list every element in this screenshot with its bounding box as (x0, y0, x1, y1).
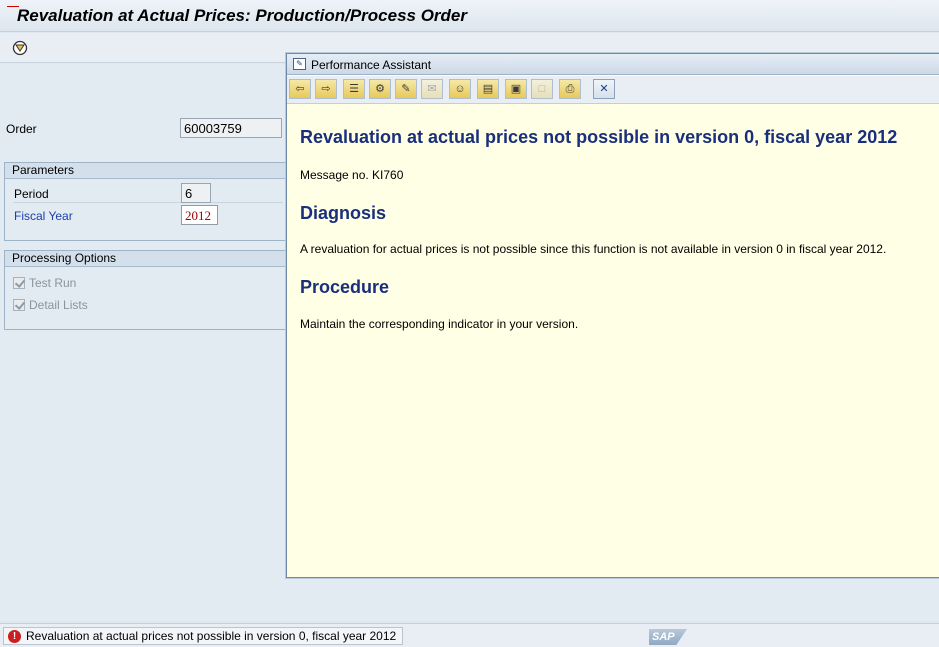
status-bar: ! Revaluation at actual prices not possi… (0, 623, 939, 647)
processing-options-group: Processing Options Test Run Detail Lists (4, 250, 294, 330)
processing-options-header: Processing Options (5, 251, 293, 267)
detail-lists-checkbox[interactable] (13, 299, 25, 311)
procedure-text: Maintain the corresponding indicator in … (300, 317, 579, 331)
parameters-group: Parameters Period 6 Fiscal Year 2012 (4, 162, 294, 241)
period-label: Period (14, 187, 49, 201)
order-field[interactable]: 60003759 (180, 118, 282, 138)
assistant-title-bar[interactable]: ✎ Performance Assistant (287, 54, 939, 75)
window-title-bar: Revaluation at Actual Prices: Production… (0, 0, 939, 32)
parameters-header: Parameters (5, 163, 293, 179)
document-view-icon[interactable]: ▤ (477, 79, 499, 99)
status-message[interactable]: ! Revaluation at actual prices not possi… (3, 627, 404, 645)
message-heading: Revaluation at actual prices not possibl… (300, 127, 898, 147)
assistant-content: Revaluation at actual prices not possibl… (287, 105, 939, 577)
period-row: Period (13, 185, 283, 203)
diagnosis-heading: Diagnosis (300, 203, 387, 223)
back-arrow-icon[interactable]: ⇦ (289, 79, 311, 99)
close-icon[interactable]: ✕ (593, 79, 615, 99)
forward-arrow-icon[interactable]: ⇨ (315, 79, 337, 99)
assistant-window-icon: ✎ (293, 58, 306, 70)
people-icon[interactable]: ☺ (449, 79, 471, 99)
detail-lists-label: Detail Lists (29, 298, 88, 312)
test-run-checkbox[interactable] (13, 277, 25, 289)
performance-assistant-dialog: ✎ Performance Assistant ⇦ ⇨ ☰ ⚙ ✎ ✉ ☺ ▤ … (286, 53, 939, 578)
error-icon: ! (8, 630, 21, 643)
diagnosis-text: A revaluation for actual prices is not p… (300, 242, 887, 256)
assistant-title: Performance Assistant (311, 58, 432, 72)
execute-icon[interactable] (11, 39, 29, 57)
fiscal-year-field[interactable]: 2012 (181, 205, 218, 225)
page-title: Revaluation at Actual Prices: Production… (17, 6, 468, 25)
glossary-book-icon[interactable]: ☰ (343, 79, 365, 99)
sap-logo: SAP (649, 629, 687, 645)
window-dock-icon[interactable]: ▣ (505, 79, 527, 99)
procedure-heading: Procedure (300, 277, 390, 297)
status-message-text: Revaluation at actual prices not possibl… (26, 629, 397, 643)
print-icon[interactable]: ⎙ (559, 79, 581, 99)
period-field[interactable]: 6 (181, 183, 211, 203)
edit-note-icon[interactable]: ✎ (395, 79, 417, 99)
sticky-note-icon: □ (531, 79, 553, 99)
comment-icon: ✉ (421, 79, 443, 99)
message-number: Message no. KI760 (300, 168, 404, 182)
technical-info-icon[interactable]: ⚙ (369, 79, 391, 99)
fiscal-year-row: Fiscal Year (13, 207, 283, 225)
fiscal-year-label: Fiscal Year (14, 209, 73, 223)
test-run-label: Test Run (29, 276, 77, 290)
order-label: Order (6, 122, 37, 136)
assistant-toolbar: ⇦ ⇨ ☰ ⚙ ✎ ✉ ☺ ▤ ▣ □ ⎙ ✕ (287, 76, 939, 121)
